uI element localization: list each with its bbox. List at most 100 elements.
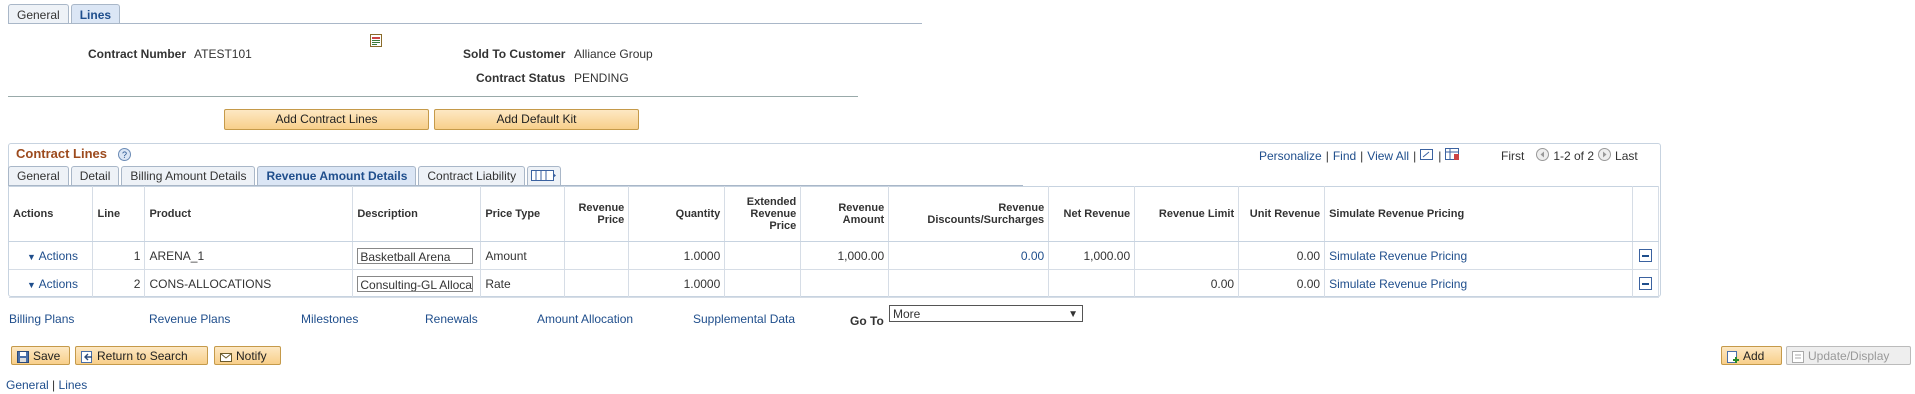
quantity-cell: 1.0000 xyxy=(628,269,726,298)
notify-button[interactable]: Notify xyxy=(214,346,281,365)
chevron-down-icon: ▼ xyxy=(1068,309,1078,320)
zoom-icon[interactable] xyxy=(1420,148,1434,164)
col-actions: Actions xyxy=(9,186,94,242)
add-default-kit-button[interactable]: Add Default Kit xyxy=(434,109,639,130)
return-to-search-button[interactable]: Return to Search xyxy=(75,346,208,365)
actions-menu[interactable]: Actions xyxy=(39,249,78,263)
return-icon xyxy=(81,350,93,363)
revenue-amount-cell xyxy=(800,269,890,298)
add-icon xyxy=(1727,350,1739,363)
unit-revenue-cell: 0.00 xyxy=(1238,269,1326,298)
help-icon[interactable]: ? xyxy=(118,148,131,161)
table-row: ▼ Actions 2 CONS-ALLOCATIONS Consulting-… xyxy=(9,269,1660,298)
grid-tab-contract-liability[interactable]: Contract Liability xyxy=(418,166,526,186)
update-display-button[interactable]: Update/Display xyxy=(1786,346,1911,365)
simulate-revenue-pricing-link[interactable]: Simulate Revenue Pricing xyxy=(1324,269,1633,298)
personalize-link[interactable]: Personalize xyxy=(1259,149,1322,163)
first-label: First xyxy=(1501,149,1525,163)
svg-text:?: ? xyxy=(122,150,127,160)
table-row: ▼ Actions 1 ARENA_1 Basketball Arena Amo… xyxy=(9,241,1660,270)
revenue-limit-cell: 0.00 xyxy=(1134,269,1240,298)
contract-number-value: ATEST101 xyxy=(194,47,252,61)
update-icon xyxy=(1792,350,1804,363)
amount-allocation-link[interactable]: Amount Allocation xyxy=(537,312,633,326)
last-label: Last xyxy=(1615,149,1638,163)
footer-links: General | Lines xyxy=(6,378,87,392)
add-contract-lines-button[interactable]: Add Contract Lines xyxy=(224,109,429,130)
footer-link-lines[interactable]: Lines xyxy=(59,378,88,392)
net-revenue-cell xyxy=(1048,269,1136,298)
extended-cell xyxy=(724,269,802,298)
description-cell: Basketball Arena xyxy=(352,241,482,270)
grid-tab-general[interactable]: General xyxy=(8,166,69,186)
col-unit-revenue: Unit Revenue xyxy=(1238,186,1326,242)
prev-page-icon[interactable] xyxy=(1536,148,1550,164)
pager: First 1-2 of 2 Last xyxy=(1501,148,1638,164)
revenue-plans-link[interactable]: Revenue Plans xyxy=(149,312,230,326)
grid-tabs: General Detail Billing Amount Details Re… xyxy=(8,166,562,186)
actions-cell[interactable]: ▼ Actions xyxy=(9,269,94,298)
add-button[interactable]: Add xyxy=(1721,346,1782,365)
goto-select[interactable]: More ▼ xyxy=(889,305,1083,322)
delete-row-icon[interactable] xyxy=(1638,249,1652,262)
renewals-link[interactable]: Renewals xyxy=(425,312,478,326)
tab-general[interactable]: General xyxy=(8,4,69,24)
contract-status-label: Contract Status xyxy=(476,71,566,85)
col-product: Product xyxy=(144,186,354,242)
supplemental-data-link[interactable]: Supplemental Data xyxy=(693,312,795,326)
product-cell: CONS-ALLOCATIONS xyxy=(144,269,354,298)
discounts-link[interactable] xyxy=(888,269,1050,298)
caret-down-icon: ▼ xyxy=(27,279,36,290)
col-net-revenue: Net Revenue xyxy=(1048,186,1136,242)
product-cell: ARENA_1 xyxy=(144,241,354,270)
description-input[interactable]: Basketball Arena xyxy=(357,247,474,264)
revenue-price-cell xyxy=(564,269,630,298)
tab-lines[interactable]: Lines xyxy=(70,4,121,24)
quantity-cell: 1.0000 xyxy=(628,241,726,270)
grid-tab-billing-amount-details[interactable]: Billing Amount Details xyxy=(121,166,256,186)
description-input[interactable]: Consulting-GL Allocat xyxy=(357,275,474,292)
footer-link-separator: | xyxy=(52,378,56,392)
page-tabs: General Lines xyxy=(8,4,121,24)
billing-plans-link[interactable]: Billing Plans xyxy=(9,312,74,326)
col-revenue-price: Revenue Price xyxy=(564,186,630,242)
milestones-link[interactable]: Milestones xyxy=(301,312,358,326)
actions-menu[interactable]: Actions xyxy=(39,277,78,291)
contract-lines-table: Actions Line Product Description Price T… xyxy=(9,186,1660,298)
price-type-cell: Amount xyxy=(480,241,566,270)
header-separator xyxy=(8,96,858,97)
price-type-cell: Rate xyxy=(480,269,566,298)
col-extended-revenue-price: Extended Revenue Price xyxy=(724,186,802,242)
contract-report-icon[interactable] xyxy=(370,34,383,48)
description-cell: Consulting-GL Allocat xyxy=(352,269,482,298)
grid-nav: Personalize | Find | View All | | xyxy=(1259,148,1460,164)
show-all-columns-icon[interactable] xyxy=(527,166,562,186)
simulate-revenue-pricing-link[interactable]: Simulate Revenue Pricing xyxy=(1324,241,1633,270)
download-grid-icon[interactable] xyxy=(1445,148,1460,164)
discounts-link[interactable]: 0.00 xyxy=(888,241,1050,270)
delete-row-cell xyxy=(1632,241,1660,270)
col-revenue-amount: Revenue Amount xyxy=(800,186,890,242)
sold-to-label: Sold To Customer xyxy=(463,47,566,61)
grid-tab-detail[interactable]: Detail xyxy=(70,166,120,186)
col-line: Line xyxy=(92,186,146,242)
col-revenue-limit: Revenue Limit xyxy=(1134,186,1240,242)
revenue-price-cell xyxy=(564,241,630,270)
col-simulate: Simulate Revenue Pricing xyxy=(1324,186,1633,242)
save-button[interactable]: Save xyxy=(11,346,70,365)
next-page-icon[interactable] xyxy=(1598,148,1612,164)
grid-title: Contract Lines xyxy=(16,146,108,161)
actions-cell[interactable]: ▼ Actions xyxy=(9,241,94,270)
col-description: Description xyxy=(352,186,482,242)
find-link[interactable]: Find xyxy=(1333,149,1356,163)
notify-icon xyxy=(220,350,232,362)
line-cell: 2 xyxy=(92,269,146,298)
grid-tab-revenue-amount-details[interactable]: Revenue Amount Details xyxy=(257,166,417,186)
tab-divider xyxy=(8,23,922,24)
delete-row-icon[interactable] xyxy=(1638,277,1652,290)
view-all-link[interactable]: View All xyxy=(1367,149,1409,163)
col-revenue-discounts: Revenue Discounts/Surcharges xyxy=(888,186,1050,242)
save-icon xyxy=(17,350,29,363)
footer-link-general[interactable]: General xyxy=(6,378,49,392)
delete-row-cell xyxy=(1632,269,1660,298)
